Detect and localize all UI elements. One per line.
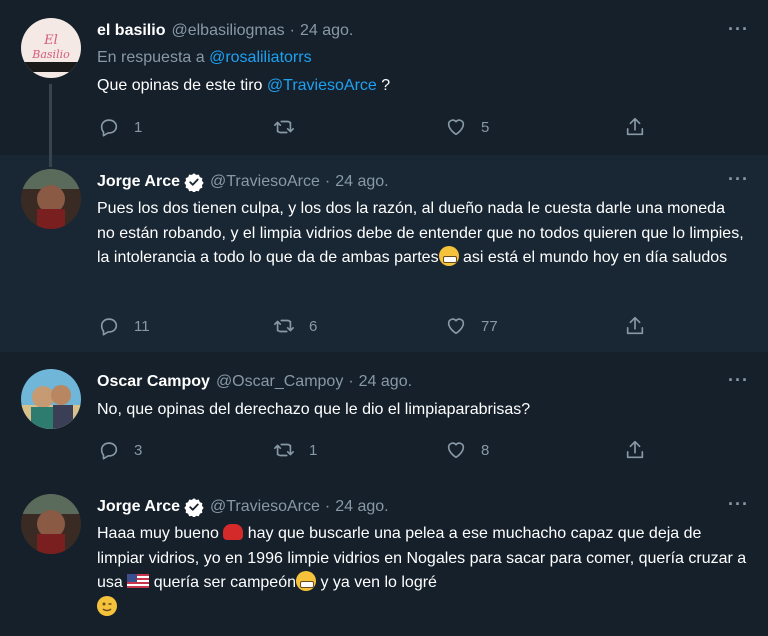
- more-icon[interactable]: ···: [728, 19, 749, 40]
- like-icon: [447, 442, 465, 459]
- tweet-text-part4: y ya ven lo logré: [316, 574, 437, 591]
- like-count: 5: [481, 118, 490, 136]
- grimacing-emoji-icon: [296, 571, 316, 591]
- winking-emoji-icon: [97, 595, 117, 616]
- retweet-icon: [274, 443, 294, 457]
- more-icon[interactable]: ···: [728, 494, 749, 515]
- reply-button[interactable]: 3: [98, 439, 142, 461]
- tweet-oscarcampoy[interactable]: Oscar Campoy @Oscar_Campoy · 24 ago. ···…: [0, 352, 768, 484]
- reply-button[interactable]: 11: [98, 315, 150, 337]
- us-flag-emoji-icon: [127, 574, 150, 588]
- tweet-text: No, que opinas del derechazo que le dio …: [97, 401, 531, 418]
- tweet-date[interactable]: 24 ago.: [300, 22, 353, 40]
- avatar-jorgearce-image: [21, 169, 81, 229]
- tweet-header: el basilio @elbasiliogmas · 24 ago.: [97, 22, 353, 40]
- display-name[interactable]: Oscar Campoy: [97, 373, 210, 391]
- retweet-button[interactable]: [273, 116, 309, 138]
- reply-context: En respuesta a @rosaliliatorrs: [97, 49, 312, 67]
- reply-button[interactable]: 1: [98, 116, 142, 138]
- svg-text:Basilio: Basilio: [31, 48, 70, 61]
- tweet-text: Que opinas de este tiro @TraviesoArce ?: [97, 74, 747, 99]
- separator-dot: ·: [324, 498, 331, 515]
- like-icon: [447, 318, 465, 335]
- tweet-text-start: Que opinas de este tiro: [97, 77, 267, 94]
- mention-link[interactable]: @TraviesoArce: [267, 77, 377, 94]
- share-button[interactable]: [624, 116, 646, 138]
- display-name[interactable]: Jorge Arce: [97, 498, 180, 516]
- tweet-jorgearce-1[interactable]: Jorge Arce @TraviesoArce · 24 ago. ··· P…: [0, 155, 768, 352]
- tweet-date[interactable]: 24 ago.: [335, 498, 388, 516]
- tweet-date[interactable]: 24 ago.: [335, 173, 388, 191]
- reply-count: 3: [134, 441, 143, 459]
- tweet-text: Haaa muy bueno hay que buscarle una pele…: [97, 522, 747, 620]
- like-button[interactable]: 8: [445, 439, 489, 461]
- user-handle[interactable]: @TraviesoArce: [210, 173, 320, 191]
- avatar-jorgearce[interactable]: [21, 169, 81, 229]
- share-button[interactable]: [624, 315, 646, 337]
- separator-dot: ·: [289, 22, 295, 39]
- tweet-text-part3: quería ser campeón: [149, 574, 296, 591]
- retweet-icon: [274, 120, 294, 134]
- share-icon: [626, 117, 644, 136]
- reply-icon: [100, 442, 118, 460]
- tweet-date[interactable]: 24 ago.: [359, 373, 412, 391]
- svg-text:El: El: [43, 33, 58, 48]
- share-icon: [626, 440, 644, 459]
- tweet-header: Oscar Campoy @Oscar_Campoy · 24 ago.: [97, 373, 412, 391]
- more-icon[interactable]: ···: [728, 169, 749, 190]
- grimacing-emoji-icon: [438, 246, 459, 266]
- avatar-oscarcampoy[interactable]: [21, 369, 81, 429]
- separator-dot: ·: [348, 373, 354, 390]
- reply-prefix: En respuesta a: [97, 49, 205, 66]
- like-count: 77: [481, 317, 498, 335]
- like-icon: [447, 119, 465, 136]
- reply-icon: [100, 119, 118, 137]
- retweet-button[interactable]: 1: [273, 439, 317, 461]
- tweet-text-part2: asi está el mundo hoy en día saludos: [458, 249, 728, 266]
- more-icon[interactable]: ···: [728, 370, 749, 391]
- tweet-header: Jorge Arce @TraviesoArce · 24 ago.: [97, 172, 389, 192]
- verified-icon: [184, 498, 204, 517]
- boxing-glove-emoji-icon: [223, 524, 244, 540]
- retweet-button[interactable]: 6: [273, 315, 317, 337]
- avatar-elbasilio-image: El Basilio: [21, 18, 81, 78]
- thread-line: [49, 84, 52, 155]
- reply-icon: [100, 318, 118, 336]
- retweet-icon: [274, 319, 294, 333]
- tweet-actions: 3 1 8: [98, 439, 658, 461]
- share-button[interactable]: [624, 439, 646, 461]
- reply-count: 11: [134, 317, 150, 335]
- share-icon: [626, 316, 644, 335]
- tweet-text-end: ?: [376, 77, 391, 94]
- tweet-actions: 11 6 77: [98, 315, 658, 337]
- retweet-count: 6: [309, 317, 318, 335]
- tweet-jorgearce-2[interactable]: Jorge Arce @TraviesoArce · 24 ago. ··· H…: [0, 484, 768, 636]
- like-button[interactable]: 77: [445, 315, 498, 337]
- reply-handle-link[interactable]: @rosaliliatorrs: [209, 49, 311, 66]
- user-handle[interactable]: @TraviesoArce: [210, 498, 320, 516]
- thread-line: [49, 155, 52, 167]
- verified-icon: [184, 173, 204, 192]
- user-handle[interactable]: @Oscar_Campoy: [216, 373, 343, 391]
- display-name[interactable]: el basilio: [97, 22, 165, 40]
- tweet-text-part1: Haaa muy bueno: [97, 525, 224, 542]
- display-name[interactable]: Jorge Arce: [97, 173, 180, 191]
- tweet-text: Pues los dos tienen culpa, y los dos la …: [97, 197, 747, 271]
- retweet-count: 1: [309, 441, 318, 459]
- avatar-jorgearce[interactable]: [21, 494, 81, 554]
- tweet-elbasilio[interactable]: El Basilio el basilio @elbasiliogmas · 2…: [0, 0, 768, 155]
- avatar-elbasilio[interactable]: El Basilio: [21, 18, 81, 78]
- user-handle[interactable]: @elbasiliogmas: [171, 22, 284, 40]
- avatar-jorgearce-image: [21, 494, 81, 554]
- tweet-header: Jorge Arce @TraviesoArce · 24 ago.: [97, 497, 389, 517]
- like-button[interactable]: 5: [445, 116, 489, 138]
- like-count: 8: [481, 441, 490, 459]
- reply-count: 1: [134, 118, 143, 136]
- avatar-oscarcampoy-image: [21, 369, 81, 429]
- separator-dot: ·: [324, 173, 331, 190]
- tweet-actions: 1 5: [98, 116, 658, 138]
